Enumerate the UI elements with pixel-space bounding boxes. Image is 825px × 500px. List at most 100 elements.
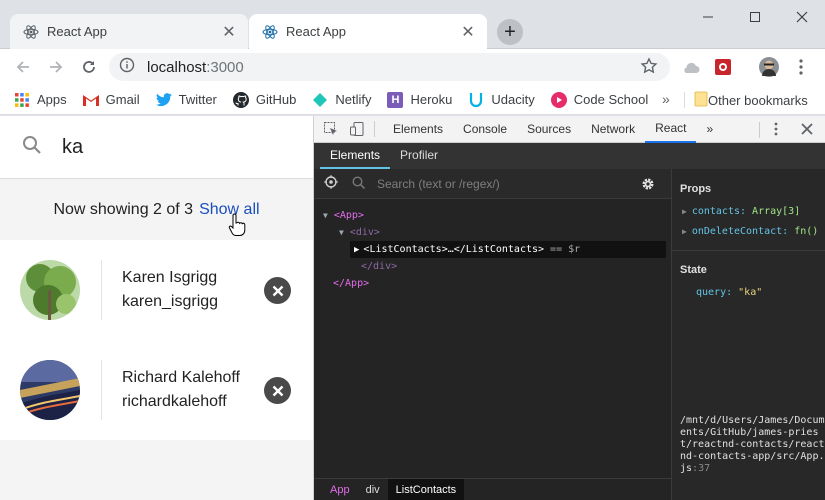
state-row[interactable]: query: "ka" <box>696 287 762 298</box>
tree-node-div[interactable]: ▼ <div> <box>314 224 671 241</box>
toolbar-separator <box>759 122 760 138</box>
target-icon[interactable] <box>324 175 338 192</box>
expand-arrow-icon[interactable]: ▼ <box>339 228 344 237</box>
search-bar[interactable]: ka <box>0 116 313 179</box>
bookmark-netlify[interactable]: Netlify <box>312 92 371 108</box>
devtools-menu-icon[interactable] <box>774 122 778 139</box>
bookmark-codeschool[interactable]: Code School <box>550 91 649 108</box>
tab-strip: React App ✕ React App ✕ + <box>0 0 825 49</box>
expand-arrow-icon[interactable]: ▶ <box>682 227 687 236</box>
react-devtools-body: Search (text or /regex/) ▼ <App> ▼ <div>… <box>314 169 825 500</box>
react-subtab-profiler[interactable]: Profiler <box>390 148 448 169</box>
expand-arrow-icon[interactable]: ▼ <box>323 211 328 220</box>
component-breadcrumbs: App div ListContacts <box>314 478 671 500</box>
bookmark-label: Udacity <box>491 92 535 107</box>
page-footer-area <box>0 440 313 500</box>
url-text: localhost:3000 <box>147 58 244 76</box>
devtools-toolbar: Elements Console Sources Network React » <box>314 116 825 143</box>
bookmarks-bar: Apps Gmail Twitter GitHub Netlify H Hero… <box>0 85 825 115</box>
bookmark-gmail[interactable]: Gmail <box>82 92 140 108</box>
devtools-tab-react[interactable]: React <box>645 116 697 143</box>
contact-avatar <box>20 360 80 420</box>
breadcrumb-listcontacts[interactable]: ListContacts <box>387 478 465 500</box>
other-bookmarks-folder[interactable]: Other bookmarks <box>694 91 808 110</box>
info-icon[interactable] <box>119 57 135 78</box>
devtools-tab-elements[interactable]: Elements <box>383 116 453 143</box>
github-icon <box>232 91 249 108</box>
props-pane: Props ▶ contacts: Array[3] ▶ onDeleteConta… <box>671 169 825 500</box>
bookmark-apps[interactable]: Apps <box>14 92 67 108</box>
devtools-tab-console[interactable]: Console <box>453 116 517 143</box>
browser-tab-1[interactable]: React App ✕ <box>10 14 248 49</box>
tree-node-listcontacts[interactable]: ▶ <ListContacts>…</ListContacts> == $r <box>350 241 666 258</box>
react-favicon-icon <box>262 24 278 40</box>
search-icon <box>352 175 366 192</box>
close-tab-icon[interactable]: ✕ <box>220 22 238 42</box>
cloud-extension-icon[interactable] <box>680 57 702 77</box>
tree-node-app[interactable]: ▼ <App> <box>314 207 671 224</box>
bookmark-heroku[interactable]: H Heroku <box>387 91 452 108</box>
device-toolbar-icon[interactable] <box>348 122 366 136</box>
source-file-link[interactable]: /mnt/d/Users/James/Documents/GitHub/jame… <box>680 415 825 475</box>
forward-icon[interactable] <box>42 53 70 81</box>
contact-details: Richard Kalehoff richardkalehoff <box>122 366 240 414</box>
bookmark-label: Twitter <box>178 92 217 107</box>
folder-icon <box>694 91 708 110</box>
browser-tab-2[interactable]: React App ✕ <box>249 14 487 49</box>
reload-icon[interactable] <box>75 53 103 81</box>
collapsed-arrow-icon[interactable]: ▶ <box>354 245 359 255</box>
contact-name: Karen Isgrigg <box>122 269 218 286</box>
showing-count-text: Now showing 2 of 3 <box>53 200 194 218</box>
react-favicon-icon <box>23 24 39 40</box>
menu-kebab-icon[interactable] <box>790 57 812 77</box>
bookmarks-overflow-button[interactable]: » <box>662 91 670 107</box>
twitter-icon <box>155 92 172 108</box>
bookmarks-separator <box>684 92 685 108</box>
extension-icon[interactable] <box>712 57 734 77</box>
bookmark-star-icon[interactable] <box>640 57 658 80</box>
window-close-icon[interactable] <box>788 6 816 28</box>
prop-row[interactable]: ▶ onDeleteContact: fn() <box>682 226 818 237</box>
contact-handle: karen_isgrigg <box>122 293 219 310</box>
toolbar-separator <box>374 121 375 137</box>
react-subtab-elements[interactable]: Elements <box>320 148 391 169</box>
component-search-bar: Search (text or /regex/) <box>314 169 671 199</box>
tab-title: React App <box>47 24 107 39</box>
prop-row[interactable]: ▶ contacts: Array[3] <box>682 206 800 217</box>
devtools-tab-network[interactable]: Network <box>581 116 645 143</box>
back-icon[interactable] <box>9 53 37 81</box>
devtools-tab-sources[interactable]: Sources <box>517 116 581 143</box>
bookmark-label: Apps <box>37 92 67 107</box>
codeschool-icon <box>550 91 567 108</box>
close-icon <box>272 285 283 296</box>
bookmark-github[interactable]: GitHub <box>232 91 296 108</box>
settings-gear-icon[interactable] <box>641 177 655 194</box>
devtools-close-icon[interactable] <box>801 123 813 138</box>
other-bookmarks-label: Other bookmarks <box>708 93 808 108</box>
minimize-icon[interactable] <box>694 6 722 28</box>
contact-divider <box>101 260 102 320</box>
contact-details: Karen Isgrigg karen_isgrigg <box>122 266 218 314</box>
breadcrumb-app[interactable]: App <box>314 479 358 500</box>
bookmark-label: Gmail <box>105 92 140 107</box>
devtools-more-tabs-button[interactable]: » <box>696 116 723 143</box>
tree-node-div-close: </div> <box>361 261 398 272</box>
contact-handle: richardkalehoff <box>122 393 227 410</box>
component-search-input[interactable]: Search (text or /regex/) <box>377 177 500 191</box>
new-tab-button[interactable]: + <box>497 19 523 45</box>
showing-count-bar: Now showing 2 of 3 Show all <box>0 179 313 240</box>
expand-arrow-icon[interactable]: ▶ <box>682 207 687 216</box>
remove-contact-button[interactable] <box>264 377 291 404</box>
bookmark-label: Netlify <box>335 92 372 107</box>
inspect-element-icon[interactable] <box>322 122 340 136</box>
breadcrumb-div[interactable]: div <box>358 479 388 500</box>
bookmark-twitter[interactable]: Twitter <box>155 92 217 108</box>
address-bar[interactable]: localhost:3000 <box>109 53 670 81</box>
remove-contact-button[interactable] <box>264 277 291 304</box>
bookmark-label: Code School <box>573 92 649 107</box>
search-input[interactable]: ka <box>62 136 83 159</box>
bookmark-udacity[interactable]: Udacity <box>468 92 535 108</box>
profile-avatar[interactable] <box>758 57 780 77</box>
maximize-icon[interactable] <box>741 6 769 28</box>
close-tab-icon[interactable]: ✕ <box>459 22 477 42</box>
